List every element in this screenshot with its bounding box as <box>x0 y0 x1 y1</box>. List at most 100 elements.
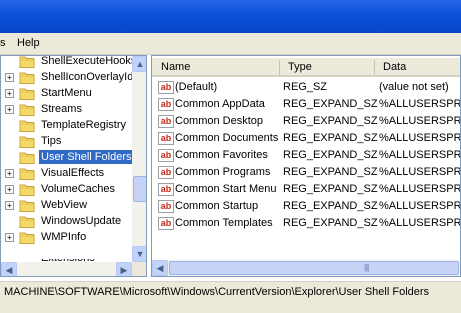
registry-value-row[interactable]: ab Common Favorites REG_EXPAND_SZ %ALLUSERS… <box>152 147 461 164</box>
registry-value-row[interactable]: ab Common Desktop REG_EXPAND_SZ %ALLUSERSPR… <box>152 113 461 130</box>
registry-value-row[interactable]: ab (Default) REG_SZ (value not set) <box>152 79 460 96</box>
string-value-icon: ab <box>158 217 174 230</box>
value-name: Common Startup <box>175 200 259 212</box>
string-value-icon: ab <box>158 81 174 94</box>
value-data: %ALLUSERSPROFILE% <box>379 149 461 161</box>
folder-icon <box>19 167 35 180</box>
tree-item-label: ShellIconOverlayIdentifiers <box>41 71 146 83</box>
tree-item[interactable]: TemplateRegistry <box>1 117 132 133</box>
value-data: %ALLUSERSPROFILE% <box>379 217 461 229</box>
registry-value-row[interactable]: ab Common Documents REG_EXPAND_SZ %ALLUSERS… <box>152 130 461 147</box>
string-value-icon: ab <box>158 200 174 213</box>
tree-item-label: WindowsUpdate <box>41 215 122 227</box>
expand-plus-icon[interactable]: + <box>5 105 14 114</box>
column-divider[interactable] <box>279 60 280 75</box>
menu-separator: s <box>0 37 6 49</box>
string-value-icon: ab <box>158 149 174 162</box>
tree-item-label: WMPInfo <box>41 231 87 243</box>
scrollbar-corner <box>132 262 146 276</box>
registry-value-row[interactable]: ab Common AppData REG_EXPAND_SZ %ALLUSERSPR… <box>152 96 461 113</box>
tree-item[interactable]: Tips <box>1 133 132 149</box>
window-title-bar[interactable] <box>0 0 461 33</box>
tree-scroll-thumb[interactable] <box>133 176 146 202</box>
value-data: %ALLUSERSPROFILE% <box>379 132 461 144</box>
expand-plus-icon[interactable]: + <box>5 185 14 194</box>
values-horizontal-scrollbar[interactable]: ◀ |||| <box>152 260 460 276</box>
expand-plus-icon[interactable]: + <box>5 89 14 98</box>
value-name: Common Programs <box>175 166 271 178</box>
registry-value-row[interactable]: ab Common Templates REG_EXPAND_SZ %ALLUSERS… <box>152 215 461 232</box>
tree-item[interactable]: + StartMenu <box>1 85 132 101</box>
scroll-right-button[interactable]: ▶ <box>116 262 132 276</box>
value-type: REG_EXPAND_SZ <box>283 149 378 161</box>
tree-item-label: VisualEffects <box>41 167 105 179</box>
tree-item[interactable]: + WMPInfo <box>1 229 132 245</box>
string-value-icon: ab <box>158 98 174 111</box>
scroll-left-button[interactable]: ◀ <box>152 260 168 276</box>
folder-icon <box>19 215 35 228</box>
expand-plus-icon[interactable]: + <box>5 73 14 82</box>
value-type: REG_EXPAND_SZ <box>283 166 378 178</box>
value-data: (value not set) <box>379 81 449 93</box>
tree-item[interactable]: User Shell Folders <box>1 149 134 165</box>
folder-icon <box>19 56 35 68</box>
string-value-icon: ab <box>158 183 174 196</box>
scroll-left-button[interactable]: ◀ <box>1 262 17 276</box>
tree-item[interactable]: + VisualEffects <box>1 165 132 181</box>
value-data: %ALLUSERSPROFILE% <box>379 183 461 195</box>
value-name: Common Desktop <box>175 115 264 127</box>
values-scroll-thumb[interactable] <box>169 261 459 275</box>
string-value-icon: ab <box>158 166 174 179</box>
scroll-up-button[interactable]: ▲ <box>132 56 146 72</box>
folder-icon <box>19 71 35 84</box>
expand-plus-icon[interactable]: + <box>5 201 14 210</box>
value-data: %ALLUSERSPROFILE% <box>379 200 461 212</box>
value-data: %ALLUSERSPROFILE% <box>379 166 461 178</box>
tree-item-label: ShellExecuteHooks <box>41 55 137 67</box>
value-data: %ALLUSERSPROFILE% <box>379 98 461 110</box>
column-header-data[interactable]: Data <box>383 61 406 73</box>
folder-icon <box>19 87 35 100</box>
window-bottom-edge <box>0 301 461 313</box>
registry-value-row[interactable]: ab Common Start Menu REG_EXPAND_SZ %ALLUSER… <box>152 181 461 198</box>
tree-item[interactable]: + Streams <box>1 101 132 117</box>
tree-item-label: Streams <box>41 103 82 115</box>
column-header-name[interactable]: Name <box>161 61 190 73</box>
column-divider[interactable] <box>374 60 375 75</box>
column-header-type[interactable]: Type <box>288 61 312 73</box>
folder-icon <box>19 135 35 148</box>
tree-item[interactable]: + ShellIconOverlayIdentifiers <box>1 69 146 85</box>
registry-path: MACHINE\SOFTWARE\Microsoft\Windows\Curre… <box>4 286 430 298</box>
string-value-icon: ab <box>158 115 174 128</box>
status-bar: MACHINE\SOFTWARE\Microsoft\Windows\Curre… <box>0 281 461 301</box>
registry-values-pane[interactable]: Name Type Data ab (Default) REG_SZ (value n… <box>151 55 461 277</box>
string-value-icon: ab <box>158 132 174 145</box>
registry-value-row[interactable]: ab Common Programs REG_EXPAND_SZ %ALLUSERSP… <box>152 164 461 181</box>
menu-help[interactable]: Help <box>17 37 40 49</box>
folder-icon <box>19 199 35 212</box>
expand-plus-icon[interactable]: + <box>5 169 14 178</box>
tree-horizontal-scrollbar[interactable]: ◀ ▶ <box>1 262 132 276</box>
tree-vertical-scrollbar[interactable]: ▲ ▼ <box>132 56 146 262</box>
value-type: REG_SZ <box>283 81 328 93</box>
value-name: Common Templates <box>175 217 273 229</box>
folder-icon <box>19 183 35 196</box>
value-data: %ALLUSERSPROFILE% <box>379 115 461 127</box>
tree-item-label: VolumeCaches <box>41 183 115 195</box>
registry-tree-pane[interactable]: ShellExecuteHooks + ShellIconOverlayIdenti… <box>0 55 147 277</box>
value-name: Common Favorites <box>175 149 268 161</box>
tree-item[interactable]: + VolumeCaches <box>1 181 132 197</box>
tree-item[interactable]: ShellExecuteHooks <box>1 56 136 69</box>
tree-item[interactable]: WindowsUpdate <box>1 213 132 229</box>
value-type: REG_EXPAND_SZ <box>283 183 378 195</box>
menu-bar: s Help <box>0 33 461 55</box>
value-name: Common Start Menu <box>175 183 277 195</box>
tree-item-label: TemplateRegistry <box>41 119 126 131</box>
expand-plus-icon[interactable]: + <box>5 233 14 242</box>
value-name: Common Documents <box>175 132 279 144</box>
registry-value-row[interactable]: ab Common Startup REG_EXPAND_SZ %ALLUSERSPR… <box>152 198 461 215</box>
tree-item[interactable]: + WebView <box>1 197 132 213</box>
scroll-down-button[interactable]: ▼ <box>132 246 146 262</box>
value-name: (Default) <box>175 81 218 93</box>
value-type: REG_EXPAND_SZ <box>283 115 378 127</box>
